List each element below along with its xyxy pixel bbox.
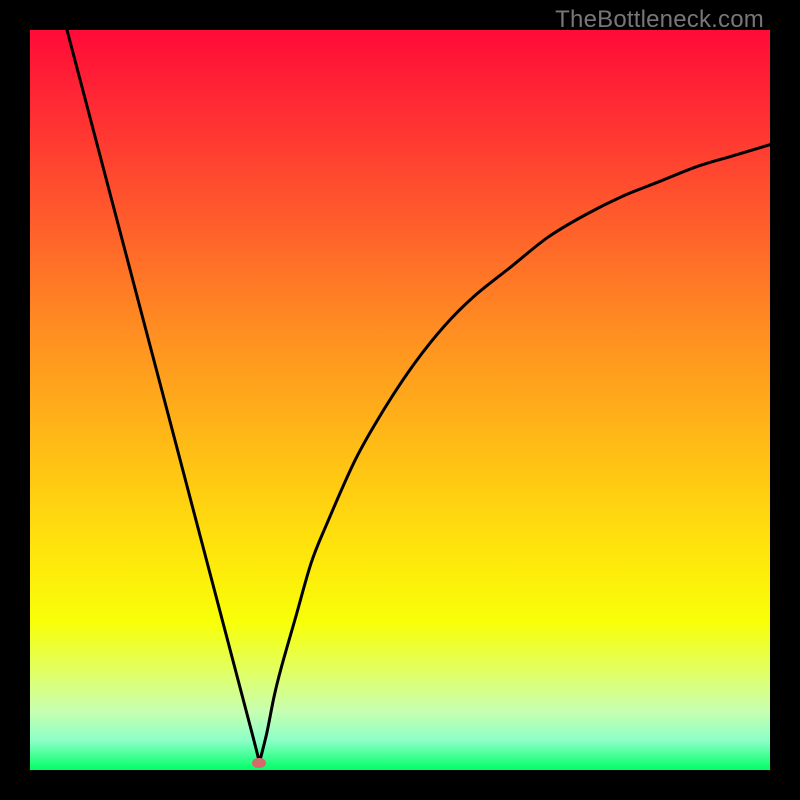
chart-frame: TheBottleneck.com [0,0,800,800]
optimal-point-marker [252,758,266,768]
plot-area [30,30,770,770]
bottleneck-curve [30,30,770,770]
